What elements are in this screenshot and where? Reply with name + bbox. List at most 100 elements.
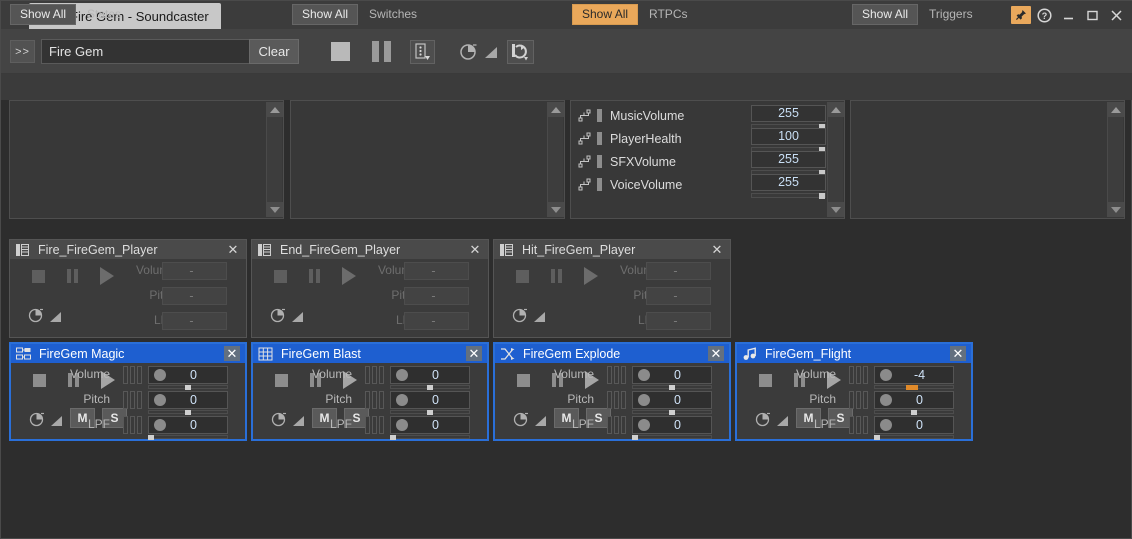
- close-button[interactable]: [1105, 5, 1127, 25]
- triggers-scrollbar[interactable]: [1107, 102, 1124, 217]
- panel-play-button[interactable]: [584, 267, 598, 285]
- scroll-up-icon[interactable]: [548, 102, 564, 117]
- knob-icon[interactable]: [396, 369, 408, 381]
- value-field-pitch[interactable]: -: [162, 287, 227, 305]
- panel-close-button[interactable]: ✕: [225, 242, 241, 257]
- value-field-pitch[interactable]: 0: [874, 391, 954, 409]
- panel-close-button[interactable]: ✕: [709, 242, 725, 257]
- slider-handle[interactable]: [911, 410, 917, 415]
- knob-icon[interactable]: [638, 369, 650, 381]
- knob-icon[interactable]: [880, 394, 892, 406]
- scroll-down-icon[interactable]: [828, 202, 844, 217]
- panel-close-button[interactable]: ✕: [950, 346, 966, 361]
- pin-button[interactable]: [1011, 6, 1031, 24]
- slider-handle[interactable]: [669, 410, 675, 415]
- panel-titlebar[interactable]: FireGem Explode ✕: [495, 344, 729, 363]
- rtpc-slider[interactable]: [751, 193, 826, 199]
- slider-pitch[interactable]: [874, 410, 954, 415]
- knob-icon[interactable]: [880, 369, 892, 381]
- slider-lpf[interactable]: [147, 435, 228, 440]
- minimize-button[interactable]: [1057, 5, 1079, 25]
- clear-button[interactable]: Clear: [249, 39, 299, 64]
- rtpc-row[interactable]: SFXVolume 255: [571, 150, 827, 176]
- panel-stop-button[interactable]: [33, 373, 46, 387]
- panel-titlebar[interactable]: Hit_FireGem_Player ✕: [494, 240, 730, 259]
- value-field-lpf[interactable]: 0: [390, 416, 470, 434]
- sound-object-panel[interactable]: FireGem Explode ✕ M S Volume 0 Pitch 0 LPF 0: [493, 342, 731, 441]
- knob-icon[interactable]: [154, 394, 166, 406]
- rtpc-control[interactable]: 255: [751, 151, 826, 176]
- scroll-down-icon[interactable]: [1108, 202, 1124, 217]
- panel-play-button[interactable]: [342, 267, 356, 285]
- states-scrollbar[interactable]: [266, 102, 283, 217]
- toolbar-pause-button[interactable]: [372, 41, 392, 62]
- knob-icon[interactable]: [154, 369, 166, 381]
- sound-object-panel[interactable]: FireGem Magic ✕ M S Volume 0 Pitch 0 LPF 0: [9, 342, 247, 441]
- panel-titlebar[interactable]: Fire_FireGem_Player ✕: [10, 240, 246, 259]
- slider-handle[interactable]: [389, 435, 396, 440]
- panel-stop-button[interactable]: [275, 373, 288, 387]
- panel-stop-button[interactable]: [516, 269, 529, 283]
- value-field-lpf[interactable]: -: [162, 312, 227, 330]
- panel-close-button[interactable]: ✕: [466, 346, 482, 361]
- rtpc-value-field[interactable]: 255: [751, 174, 826, 191]
- scroll-up-icon[interactable]: [1108, 102, 1124, 117]
- value-field-volume[interactable]: -: [646, 262, 711, 280]
- rtpc-row[interactable]: PlayerHealth 100: [571, 127, 827, 153]
- scroll-up-icon[interactable]: [828, 102, 844, 117]
- rtpc-value-field[interactable]: 255: [751, 151, 826, 168]
- slider-handle[interactable]: [873, 435, 880, 440]
- expand-button[interactable]: >>: [10, 40, 35, 63]
- toolbar-stop-button[interactable]: [331, 42, 350, 61]
- panel-titlebar[interactable]: FireGem_Flight ✕: [737, 344, 971, 363]
- panel-pause-button[interactable]: [551, 269, 562, 283]
- rtpc-control[interactable]: 255: [751, 174, 826, 199]
- knob-icon[interactable]: [638, 394, 650, 406]
- value-field-pitch[interactable]: 0: [632, 391, 712, 409]
- panel-pause-button[interactable]: [67, 269, 78, 283]
- rtpc-value-field[interactable]: 100: [751, 128, 826, 145]
- sound-object-panel[interactable]: FireGem_Flight ✕ M S Volume -4 Pitch 0 LPF 0: [735, 342, 973, 441]
- knob-icon[interactable]: [396, 394, 408, 406]
- panel-titlebar[interactable]: End_FireGem_Player ✕: [252, 240, 488, 259]
- maximize-button[interactable]: [1081, 5, 1103, 25]
- value-field-lpf[interactable]: -: [646, 312, 711, 330]
- slider-volume[interactable]: [390, 385, 470, 390]
- panel-close-button[interactable]: ✕: [708, 346, 724, 361]
- knob-icon[interactable]: [154, 419, 166, 431]
- value-field-pitch[interactable]: 0: [390, 391, 470, 409]
- value-field-pitch[interactable]: -: [646, 287, 711, 305]
- slider-volume[interactable]: [148, 385, 228, 390]
- value-field-volume[interactable]: -: [162, 262, 227, 280]
- knob-icon[interactable]: [638, 419, 650, 431]
- value-field-volume[interactable]: 0: [390, 366, 470, 384]
- scroll-down-icon[interactable]: [548, 202, 564, 217]
- value-field-lpf[interactable]: -: [404, 312, 469, 330]
- panel-stop-button[interactable]: [32, 269, 45, 283]
- toolbar-reset-button[interactable]: [507, 40, 534, 64]
- panel-play-button[interactable]: [100, 267, 114, 285]
- value-field-volume[interactable]: 0: [148, 366, 228, 384]
- slider-lpf[interactable]: [389, 435, 470, 440]
- slider-handle[interactable]: [427, 385, 433, 390]
- rtpc-value-field[interactable]: 255: [751, 105, 826, 122]
- slider-handle[interactable]: [669, 385, 675, 390]
- rtpc-control[interactable]: 255: [751, 105, 826, 130]
- sound-object-panel[interactable]: Fire_FireGem_Player ✕ Volume-Pitch-LPF-: [9, 239, 247, 338]
- scroll-down-icon[interactable]: [267, 202, 283, 217]
- value-field-pitch[interactable]: 0: [148, 391, 228, 409]
- slider-lpf[interactable]: [631, 435, 712, 440]
- show-all-button-switches[interactable]: Show All: [292, 3, 359, 25]
- rtpcs-scrollbar[interactable]: [827, 102, 844, 217]
- panel-stop-button[interactable]: [517, 373, 530, 387]
- panel-pause-button[interactable]: [309, 269, 320, 283]
- panel-close-button[interactable]: ✕: [467, 242, 483, 257]
- knob-icon[interactable]: [396, 419, 408, 431]
- panel-titlebar[interactable]: FireGem Blast ✕: [253, 344, 487, 363]
- slider-pitch[interactable]: [632, 410, 712, 415]
- value-field-volume[interactable]: -4: [874, 366, 954, 384]
- show-all-button-triggers[interactable]: Show All: [852, 3, 919, 25]
- slider-volume[interactable]: [632, 385, 712, 390]
- switches-scrollbar[interactable]: [547, 102, 564, 217]
- value-field-lpf[interactable]: 0: [632, 416, 712, 434]
